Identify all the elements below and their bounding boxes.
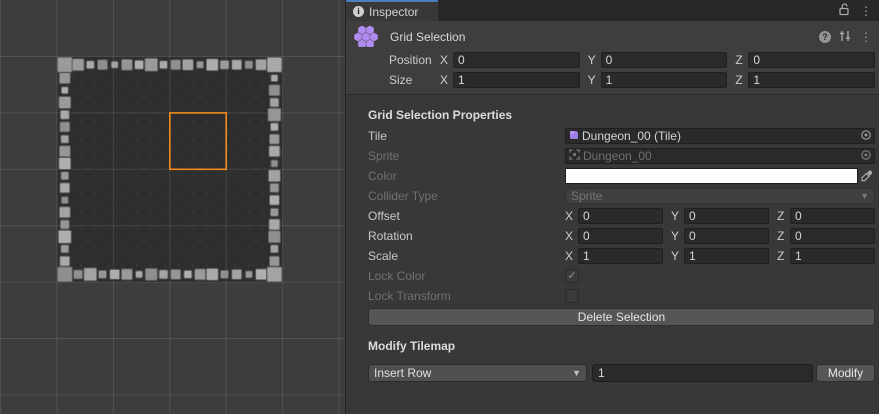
rotation-row: Rotation X Y Z: [368, 228, 875, 244]
axis-x-label: X: [565, 209, 578, 223]
axis-y-label: Y: [588, 53, 601, 67]
inspector-tab-bar: i Inspector ⋮: [346, 0, 879, 21]
axis-z-label: Z: [735, 73, 748, 87]
lock-transform-label: Lock Transform: [368, 289, 565, 303]
grid-selection-icon: [353, 25, 379, 50]
tab-inspector[interactable]: i Inspector: [346, 0, 438, 21]
position-label: Position: [389, 53, 440, 67]
axis-y-label: Y: [671, 229, 684, 243]
scale-label: Scale: [368, 249, 565, 263]
tile-asset-icon: [569, 129, 579, 143]
axis-z-label: Z: [777, 249, 790, 263]
axis-x-label: X: [565, 229, 578, 243]
lock-transform-row: Lock Transform: [368, 288, 875, 304]
axis-x-label: X: [440, 73, 453, 87]
modify-operation-dropdown[interactable]: Insert Row ▼: [368, 364, 587, 382]
collider-type-dropdown: Sprite ▼: [565, 188, 875, 204]
axis-y-label: Y: [671, 249, 684, 263]
rotation-y-field[interactable]: [684, 228, 769, 244]
modify-tilemap-controls: Insert Row ▼ Modify: [368, 364, 875, 382]
modify-tilemap-title: Modify Tilemap: [368, 339, 875, 355]
scale-x-field[interactable]: [578, 248, 663, 264]
size-x-field[interactable]: [453, 72, 580, 88]
collider-type-label: Collider Type: [368, 189, 565, 203]
axis-x-label: X: [440, 53, 453, 67]
object-picker-icon[interactable]: [860, 129, 872, 144]
scale-row: Scale X Y Z: [368, 248, 875, 264]
tile-row: Tile Dungeon_00 (Tile): [368, 128, 875, 144]
position-row: Position X Y Z: [346, 52, 875, 68]
lock-color-row: Lock Color ✓: [368, 268, 875, 284]
offset-x-field[interactable]: [578, 208, 663, 224]
info-icon: i: [353, 6, 364, 17]
grid-selection-properties-title: Grid Selection Properties: [368, 108, 875, 124]
lock-color-checkbox: ✓: [565, 269, 579, 283]
sprite-value: Dungeon_00: [583, 149, 860, 163]
position-x-field[interactable]: [453, 52, 580, 68]
lock-color-label: Lock Color: [368, 269, 565, 283]
object-picker-icon: [860, 149, 872, 164]
rotation-z-field[interactable]: [790, 228, 875, 244]
modify-count-input[interactable]: [592, 364, 813, 382]
scale-y-field[interactable]: [684, 248, 769, 264]
chevron-down-icon: ▼: [860, 191, 869, 201]
eyedropper-icon: [858, 170, 875, 183]
sprite-label: Sprite: [368, 149, 565, 163]
size-z-field[interactable]: [748, 72, 875, 88]
modify-button[interactable]: Modify: [816, 364, 875, 382]
tab-label: Inspector: [369, 5, 418, 19]
axis-z-label: Z: [777, 229, 790, 243]
sprite-row: Sprite Dungeon_00: [368, 148, 875, 164]
offset-y-field[interactable]: [684, 208, 769, 224]
size-label: Size: [389, 73, 440, 87]
component-title: Grid Selection: [390, 30, 465, 44]
axis-x-label: X: [565, 249, 578, 263]
tile-label: Tile: [368, 129, 565, 143]
sprite-asset-icon: [569, 149, 580, 163]
axis-y-label: Y: [588, 73, 601, 87]
scene-view[interactable]: [0, 0, 345, 414]
inspector-panel: i Inspector ⋮: [345, 0, 879, 414]
chevron-down-icon: ▼: [572, 368, 581, 378]
axis-y-label: Y: [671, 209, 684, 223]
window-menu-icon[interactable]: ⋮: [860, 5, 872, 17]
color-swatch: [565, 168, 858, 184]
component-menu-icon[interactable]: ⋮: [860, 31, 872, 43]
tile-object-field[interactable]: Dungeon_00 (Tile): [565, 128, 875, 144]
position-z-field[interactable]: [748, 52, 875, 68]
color-label: Color: [368, 169, 565, 183]
axis-z-label: Z: [735, 53, 748, 67]
position-y-field[interactable]: [601, 52, 728, 68]
tile-value: Dungeon_00 (Tile): [582, 129, 860, 143]
size-row: Size X Y Z: [346, 72, 875, 88]
modify-operation-value: Insert Row: [374, 366, 431, 380]
collider-type-row: Collider Type Sprite ▼: [368, 188, 875, 204]
delete-selection-button[interactable]: Delete Selection: [368, 308, 875, 326]
axis-z-label: Z: [777, 209, 790, 223]
help-icon[interactable]: ?: [819, 31, 831, 43]
lock-transform-checkbox: [565, 289, 579, 303]
sprite-object-field: Dungeon_00: [565, 148, 875, 164]
offset-label: Offset: [368, 209, 565, 223]
rotation-x-field[interactable]: [578, 228, 663, 244]
unlock-icon[interactable]: [837, 2, 850, 19]
tilemap-canvas[interactable]: [0, 0, 345, 414]
scale-z-field[interactable]: [790, 248, 875, 264]
size-y-field[interactable]: [601, 72, 728, 88]
color-row: Color: [368, 168, 875, 184]
offset-row: Offset X Y Z: [368, 208, 875, 224]
collider-type-value: Sprite: [571, 189, 602, 203]
rotation-label: Rotation: [368, 229, 565, 243]
presets-icon[interactable]: [839, 30, 852, 45]
offset-z-field[interactable]: [790, 208, 875, 224]
grid-selection-header: Grid Selection ? ⋮ Position X Y: [346, 21, 879, 95]
